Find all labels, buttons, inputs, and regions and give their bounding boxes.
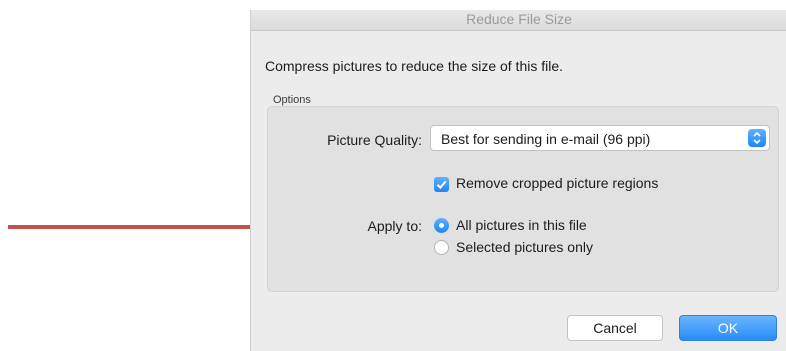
ok-button[interactable]: OK bbox=[679, 315, 777, 341]
chevron-up-down-icon[interactable] bbox=[748, 129, 766, 147]
remove-cropped-checkbox[interactable] bbox=[434, 177, 449, 192]
options-group: Picture Quality: Best for sending in e-m… bbox=[267, 106, 779, 292]
picture-quality-value: Best for sending in e-mail (96 ppi) bbox=[441, 131, 651, 147]
picture-quality-label: Picture Quality: bbox=[327, 132, 422, 148]
dialog-title: Reduce File Size bbox=[251, 10, 786, 31]
reduce-file-size-dialog: Reduce File Size Compress pictures to re… bbox=[250, 10, 786, 351]
apply-selected-pictures-radio[interactable] bbox=[434, 240, 449, 255]
cancel-button[interactable]: Cancel bbox=[567, 315, 663, 341]
remove-cropped-label: Remove cropped picture regions bbox=[456, 175, 659, 191]
intro-text: Compress pictures to reduce the size of … bbox=[265, 58, 564, 74]
options-group-label: Options bbox=[273, 94, 311, 106]
apply-to-label: Apply to: bbox=[367, 218, 422, 234]
checkmark-icon bbox=[436, 180, 447, 190]
apply-all-pictures-label: All pictures in this file bbox=[456, 217, 587, 233]
apply-all-pictures-radio[interactable] bbox=[434, 218, 449, 233]
screenshot-stage: Reduce File Size Compress pictures to re… bbox=[0, 0, 786, 351]
apply-selected-pictures-label: Selected pictures only bbox=[456, 239, 593, 255]
picture-quality-select[interactable]: Best for sending in e-mail (96 ppi) bbox=[430, 125, 770, 151]
